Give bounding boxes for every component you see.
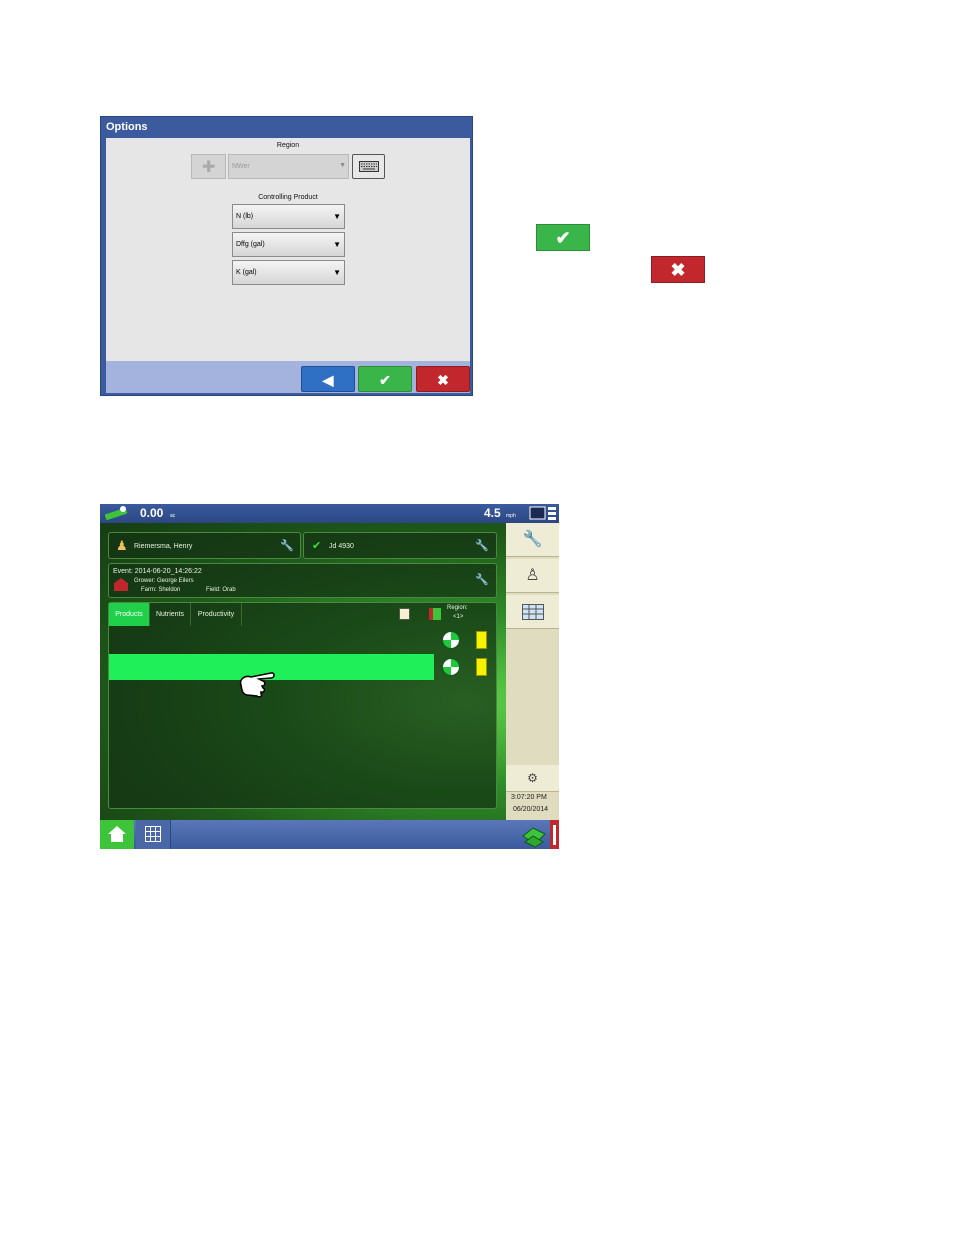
products-table: Products Nutrients Productivity Region: …: [108, 602, 497, 809]
accept-button-icon: ✔: [536, 224, 590, 251]
product-row[interactable]: [109, 627, 434, 653]
person-icon: ♟: [116, 538, 128, 553]
region-value: NWer: [232, 163, 250, 170]
diagnostics-button[interactable]: ⚙: [506, 765, 559, 792]
report-icon[interactable]: [476, 631, 487, 649]
machine-panel[interactable]: ✔ Jd 4930 🔧: [303, 532, 497, 559]
display-icon[interactable]: [529, 506, 557, 521]
event-panel[interactable]: Event: 2014-06-20_14:26:22 Grower: Georg…: [108, 563, 497, 598]
operator-icon: ♙: [525, 567, 540, 584]
chevron-down-icon: ▼: [339, 162, 346, 169]
gauge-icon: [550, 820, 559, 849]
tab-productivity[interactable]: Productivity: [191, 603, 242, 626]
machine-name: Jd 4930: [329, 543, 354, 550]
table-icon: [521, 603, 544, 620]
product-value: N (lb): [236, 213, 254, 220]
tools-icon: 🔧: [522, 531, 543, 548]
accept-button[interactable]: ✔: [358, 366, 412, 392]
report-icon[interactable]: [476, 658, 487, 676]
keyboard-button[interactable]: [352, 154, 385, 179]
add-region-button[interactable]: ✚: [191, 154, 226, 179]
field-name: Field: Orab: [206, 587, 236, 593]
wrench-icon[interactable]: 🔧: [475, 539, 489, 552]
tab-products[interactable]: Products: [109, 603, 150, 626]
area-unit: ac: [170, 513, 176, 519]
right-sidebar: 🔧 ♙ ⚙ 3:07:20 PM 06/20/2014: [506, 523, 559, 820]
clock-time: 3:07:20 PM: [511, 794, 547, 801]
product-value: K (gal): [236, 269, 257, 276]
keyboard-icon: [359, 161, 379, 172]
area-value: 0.00: [140, 506, 164, 520]
check-icon: ✔: [312, 540, 322, 552]
map-button[interactable]: [136, 820, 171, 849]
speed-value: 4.5: [484, 506, 501, 520]
notes-icon[interactable]: [399, 608, 410, 620]
tab-nutrients[interactable]: Nutrients: [150, 603, 191, 626]
home-button[interactable]: [100, 820, 134, 849]
pointing-hand-icon: [239, 672, 275, 698]
status-bar: 0.00 ac 4.5 mph: [100, 504, 559, 523]
close-icon: ✖: [670, 260, 686, 280]
main-screen: 0.00 ac 4.5 mph ♟ Riemersma, Henry 🔧 ✔ J…: [100, 504, 559, 849]
chevron-down-icon: ▼: [333, 268, 341, 277]
operator-panel[interactable]: ♟ Riemersma, Henry 🔧: [108, 532, 301, 559]
speed-unit: mph: [506, 513, 516, 519]
rate-pie-icon[interactable]: [442, 658, 460, 676]
table-button[interactable]: [506, 595, 559, 629]
cancel-button[interactable]: ✖: [416, 366, 470, 392]
dialog-title: Options: [106, 121, 148, 133]
product-select-3[interactable]: K (gal) ▼: [232, 260, 345, 285]
grower-name: Grower: George Eilers: [134, 578, 194, 584]
product-select-1[interactable]: N (lb) ▼: [232, 204, 345, 229]
dialog-footer: ◀ ✔ ✖: [106, 361, 470, 393]
arrow-left-icon: ◀: [322, 372, 334, 388]
chevron-down-icon: ▼: [333, 240, 341, 249]
operator-name: Riemersma, Henry: [134, 543, 193, 550]
home-icon: [108, 826, 126, 842]
check-icon: ✔: [555, 228, 571, 248]
farm-name: Farm: Sheldon: [141, 587, 181, 593]
field-shapes-icon[interactable]: [521, 824, 547, 848]
home-panel: ♟ Riemersma, Henry 🔧 ✔ Jd 4930 🔧 Event: …: [100, 523, 506, 820]
close-icon: ✖: [437, 372, 449, 388]
region-value: <1>: [453, 614, 464, 620]
wrench-icon[interactable]: 🔧: [280, 539, 294, 552]
cancel-button-icon: ✖: [651, 256, 705, 283]
event-title: Event: 2014-06-20_14:26:22: [113, 568, 202, 575]
region-select[interactable]: NWer ▼: [228, 154, 349, 179]
region-label: Region:: [447, 605, 468, 611]
chevron-down-icon: ▼: [333, 212, 341, 221]
options-dialog: Options Region ✚ NWer ▼ Controlling Prod…: [100, 116, 473, 396]
back-button[interactable]: ◀: [301, 366, 355, 392]
bottom-bar: [100, 820, 559, 849]
operator-button[interactable]: ♙: [506, 559, 559, 593]
setup-button[interactable]: 🔧: [506, 523, 559, 557]
product-value: Dffg (gal): [236, 241, 265, 248]
wrench-icon[interactable]: 🔧: [475, 573, 489, 586]
gear-sun-icon: ⚙: [527, 771, 538, 785]
controlling-product-label: Controlling Product: [258, 194, 318, 201]
dialog-body: Region ✚ NWer ▼ Controlling Product N (l…: [106, 138, 470, 361]
clock-date: 06/20/2014: [513, 806, 549, 813]
region-label: Region: [276, 142, 300, 149]
grid-icon: [145, 826, 161, 842]
rate-pie-icon[interactable]: [442, 631, 460, 649]
barn-icon: [114, 578, 128, 591]
region-map-icon: [429, 608, 441, 620]
check-icon: ✔: [379, 372, 391, 388]
gps-satellite-icon: [104, 506, 128, 520]
product-select-2[interactable]: Dffg (gal) ▼: [232, 232, 345, 257]
plus-icon: ✚: [202, 159, 216, 176]
